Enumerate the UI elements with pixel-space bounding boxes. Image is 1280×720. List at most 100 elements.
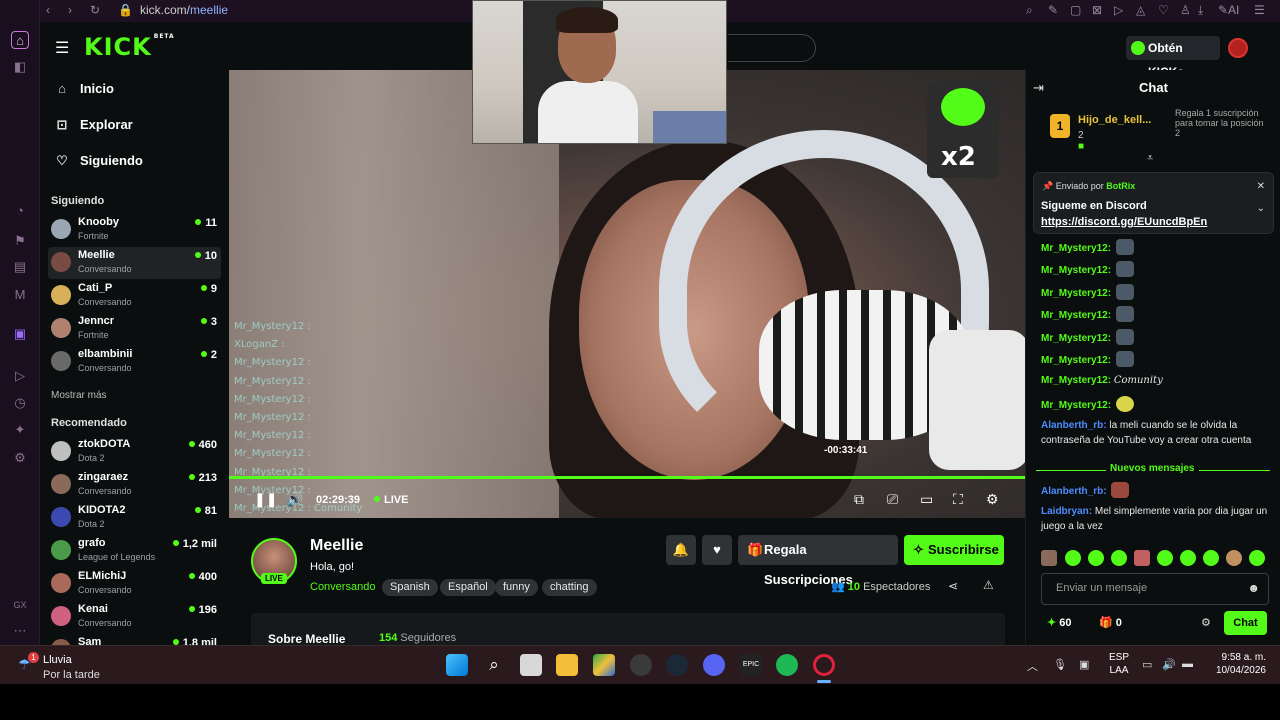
chat-username[interactable]: Laidbryan: (1041, 506, 1092, 517)
adblock-icon[interactable]: ⊠ (1092, 3, 1102, 17)
start-icon[interactable] (446, 654, 468, 676)
settings-icon[interactable]: ⚙ (11, 449, 29, 467)
hamburger-icon[interactable]: ☰ (55, 38, 69, 58)
task-view-icon[interactable] (520, 654, 542, 676)
pinned-link[interactable]: https://discord.gg/EUuncdBpEn (1041, 216, 1207, 228)
profile-avatar[interactable] (1228, 38, 1248, 58)
nav-explorar[interactable]: ⊡ Explorar (54, 117, 133, 133)
discord-icon[interactable] (703, 654, 725, 676)
settings-icon[interactable]: ⚙ (986, 491, 999, 508)
search-input[interactable] (728, 34, 816, 62)
chat-message[interactable]: Mr_Mystery12: (1041, 328, 1269, 346)
network-icon[interactable]: ▭ (1142, 658, 1152, 671)
chat-message[interactable]: Alanberth_rb: la meli cuando se le olvid… (1041, 418, 1269, 448)
sidebar-channel-grafo[interactable]: grafo League of Legends 1,2 mil (48, 535, 221, 567)
get-kicks-button[interactable]: Obtén KICKs (1126, 36, 1220, 79)
search-icon[interactable]: ⌕ (1026, 3, 1033, 18)
emote-icon[interactable] (1134, 550, 1150, 566)
chat-username[interactable]: Mr_Mystery12: (1041, 265, 1111, 276)
ai-icon[interactable]: ✎AI (1218, 3, 1239, 17)
chat-message[interactable]: Laidbryan: Mel simplemente varia por dia… (1041, 504, 1269, 534)
chat-username[interactable]: Mr_Mystery12: (1041, 375, 1111, 386)
news-icon[interactable]: ▤ (11, 258, 29, 276)
spotify-icon[interactable] (776, 654, 798, 676)
microphone-icon[interactable]: 🎙 (1053, 658, 1067, 671)
download-icon[interactable]: ⤓ (1198, 3, 1203, 18)
sidebar-channel-sam[interactable]: Sam 1,8 mil (48, 634, 221, 645)
emote-icon[interactable] (1111, 550, 1127, 566)
chat-message[interactable]: Mr_Mystery12: (1041, 395, 1269, 413)
opera-gx-icon[interactable] (813, 654, 835, 676)
show-more-link[interactable]: Mostrar más (51, 390, 107, 401)
home-icon[interactable]: ⌂ (11, 31, 29, 49)
app-icon[interactable] (593, 654, 615, 676)
sidebar-channel-jenncr[interactable]: Jenncr Fortnite 3 (48, 313, 221, 345)
heart-icon[interactable]: ♡ (1158, 3, 1169, 17)
chat-username[interactable]: Mr_Mystery12: (1041, 400, 1111, 411)
gamepad-icon[interactable]: ◧ (11, 58, 29, 76)
filter-icon[interactable]: ⩡ (1147, 152, 1153, 165)
sidebar-channel-cati_p[interactable]: Cati_P Conversando 9 (48, 280, 221, 312)
chat-message-field[interactable] (1056, 582, 1236, 594)
sidebar-channel-kenai[interactable]: Kenai Conversando 196 (48, 601, 221, 633)
clip-icon[interactable]: ⎚ (887, 491, 898, 508)
play-icon[interactable]: ▷ (1114, 3, 1123, 17)
history-icon[interactable]: ◷ (11, 394, 29, 412)
vpn-icon[interactable]: ◬ (1136, 3, 1145, 17)
chat-username[interactable]: Mr_Mystery12: (1041, 243, 1111, 254)
search-icon[interactable]: ⌕ (483, 654, 505, 676)
chat-username[interactable]: Mr_Mystery12: (1041, 310, 1111, 321)
chat-message[interactable]: Alanberth_rb: (1041, 482, 1269, 499)
chat-input[interactable]: ☻ (1041, 573, 1269, 605)
tag-chatting[interactable]: chatting (542, 579, 597, 596)
channel-points[interactable]: ✦ 60 (1047, 616, 1071, 629)
epic-games-icon[interactable]: EPIC (740, 654, 762, 676)
report-icon[interactable]: ⚠ (983, 578, 994, 592)
sidebar-channel-knooby[interactable]: Knooby Fortnite 11 (48, 214, 221, 246)
player-icon[interactable]: ▷ (11, 367, 29, 385)
twitch-icon[interactable]: ⚑ (11, 232, 29, 250)
chat-send-button[interactable]: Chat (1224, 611, 1267, 635)
sidebar-channel-zingaraez[interactable]: zingaraez Conversando 213 (48, 469, 221, 501)
emote-icon[interactable] (1249, 550, 1265, 566)
emote-icon[interactable] (1226, 550, 1242, 566)
emote-icon[interactable] (1180, 550, 1196, 566)
address-bar[interactable]: kick.com/meellie (140, 3, 228, 17)
tag-funny[interactable]: funny (495, 579, 538, 596)
forward-icon[interactable]: › (68, 3, 72, 17)
menu-icon[interactable]: ☰ (1254, 3, 1265, 17)
more-icon[interactable]: ⋯ (11, 622, 29, 640)
steam-icon[interactable] (666, 654, 688, 676)
chevron-down-icon[interactable]: ⌄ (1257, 203, 1265, 214)
nav-siguiendo[interactable]: ♡ Siguiendo (54, 153, 143, 169)
chat-message[interactable]: Mr_Mystery12: (1041, 261, 1269, 278)
volume-icon[interactable]: 🔊 (1162, 658, 1176, 671)
emote-icon[interactable] (1041, 550, 1057, 566)
notification-bell-button[interactable]: 🔔 (666, 535, 696, 565)
account-icon[interactable]: ♙ (1180, 3, 1191, 17)
live-indicator[interactable]: LIVE (374, 494, 408, 506)
kick-logo[interactable]: KICK BETA (84, 33, 175, 61)
chat-message[interactable]: Mr_Mystery12: (1041, 351, 1269, 368)
language-indicator[interactable]: ESP LAA (1109, 651, 1129, 677)
miniplayer-icon[interactable]: ⧉ (854, 491, 864, 508)
tray-app-icon[interactable]: ▣ (1079, 658, 1089, 671)
follow-button[interactable]: ♥ (702, 535, 732, 565)
reload-icon[interactable]: ↻ (90, 3, 100, 17)
sidebar-channel-meellie[interactable]: Meellie Conversando 10 (48, 247, 221, 279)
extensions-icon[interactable]: ✦ (11, 421, 29, 439)
chat-username[interactable]: Alanberth_rb: (1041, 420, 1107, 431)
gx-control-icon[interactable]: GX (11, 596, 29, 614)
messenger-icon[interactable]: M (11, 286, 29, 304)
unpin-icon[interactable]: ✕ (1257, 181, 1265, 192)
sidebar-channel-elmichij[interactable]: ELMichiJ Conversando 400 (48, 568, 221, 600)
chat-username[interactable]: Alanberth_rb: (1041, 486, 1107, 497)
pin-icon[interactable]: ✎ (1048, 3, 1058, 17)
tag-espanol[interactable]: Español (440, 579, 496, 596)
sidebar-channel-elbambinii[interactable]: elbambinii Conversando 2 (48, 346, 221, 378)
share-icon[interactable]: ⋖ (948, 579, 958, 593)
tag-spanish[interactable]: Spanish (382, 579, 438, 596)
chat-message[interactable]: Mr_Mystery12: (1041, 283, 1269, 301)
progress-bar[interactable] (229, 476, 1025, 479)
sidebar-channel-ztokdota[interactable]: ztokDOTA Dota 2 460 (48, 436, 221, 468)
